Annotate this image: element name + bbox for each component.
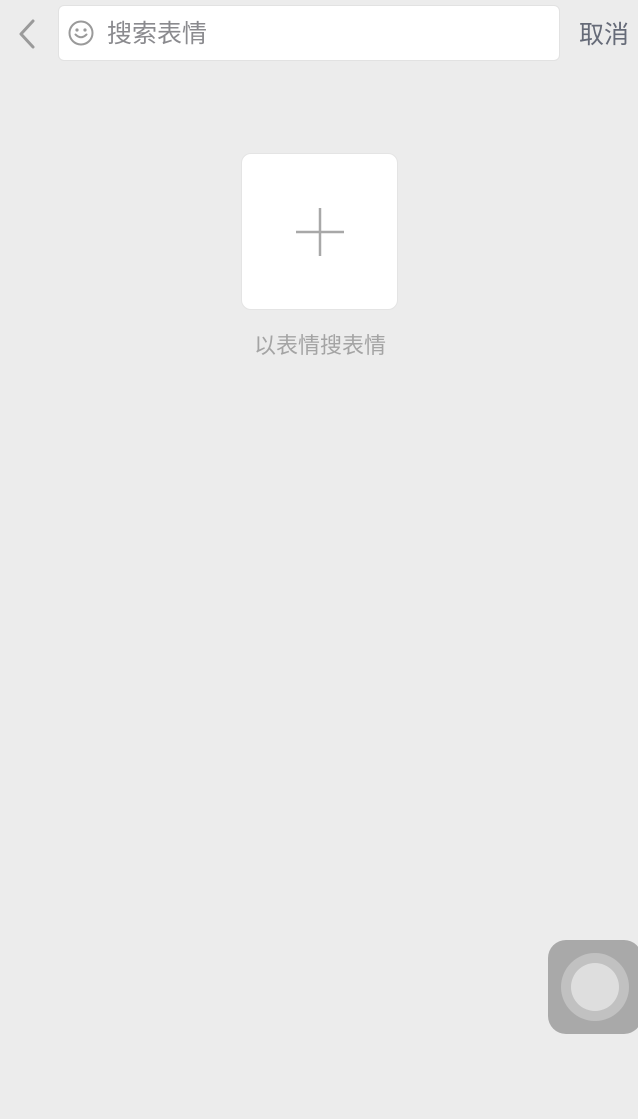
assistive-touch-button[interactable] — [548, 940, 638, 1034]
plus-icon — [295, 207, 344, 256]
upload-caption: 以表情搜表情 — [253, 334, 386, 359]
assistive-touch-icon — [561, 953, 629, 1021]
search-bar[interactable] — [58, 5, 560, 61]
cancel-button[interactable]: 取消 — [570, 10, 638, 56]
assistive-touch-core — [571, 963, 619, 1011]
back-button[interactable] — [8, 12, 46, 56]
smiley-icon — [67, 19, 95, 47]
search-input[interactable] — [107, 13, 527, 53]
chevron-left-icon — [19, 19, 35, 49]
image-search-upload-button[interactable] — [241, 153, 398, 310]
